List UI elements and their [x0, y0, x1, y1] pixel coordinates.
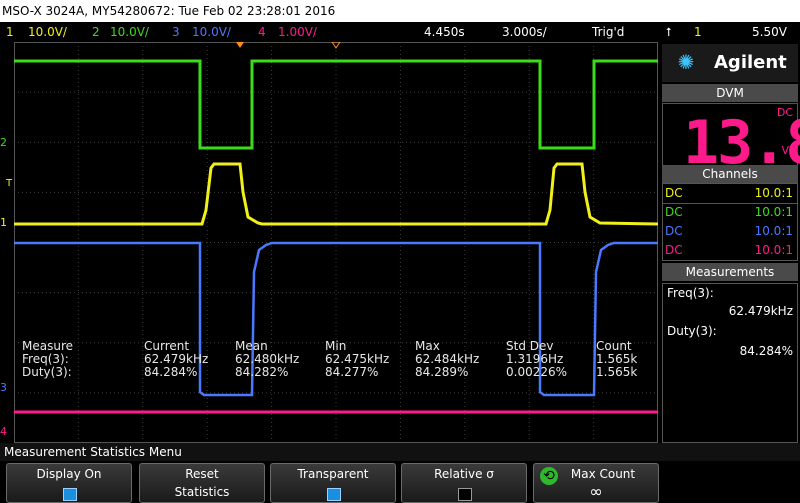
checkbox-checked-icon[interactable] [327, 488, 341, 501]
menu-title: Measurement Statistics Menu [0, 443, 800, 461]
ch2-number[interactable]: 2 [92, 22, 100, 42]
graticule [14, 42, 658, 443]
reset-statistics-button[interactable]: Reset Statistics [139, 463, 265, 503]
cell: 84.284% [144, 365, 198, 379]
channel-row-4: DC 10.0:1 [663, 241, 797, 260]
ch3-probe: 10.0:1 [754, 224, 793, 238]
ch3-scale[interactable]: 10.0V/ [192, 22, 231, 42]
channels-header: Channels [662, 165, 798, 183]
softkey-label: Transparent [297, 467, 369, 481]
ch4-probe: 10.0:1 [754, 243, 793, 257]
waveform-display[interactable] [14, 42, 658, 443]
ch3-ground-marker[interactable]: 3 [0, 381, 7, 394]
cell: 84.277% [325, 365, 379, 379]
ch4-coupling: DC [665, 243, 683, 257]
meas-label-freq: Freq(3): [667, 286, 714, 300]
channel-scale-bar: 1 10.0V/ 2 10.0V/ 3 10.0V/ 4 1.00V/ 4.45… [0, 22, 660, 42]
trigger-level[interactable]: 5.50V [752, 22, 787, 42]
ch2-coupling: DC [665, 205, 683, 219]
right-info-panel: ✺ Agilent DVM 13.8 DC V Channels DC 10.0… [660, 42, 800, 443]
meas-value-duty: 84.284% [739, 344, 793, 358]
softkey-label: Reset [185, 467, 219, 481]
trigger-level-marker[interactable]: T [6, 178, 12, 189]
cell: 84.282% [235, 365, 289, 379]
measurements-list: Freq(3): 62.479kHz Duty(3): 84.284% [662, 283, 798, 443]
channel-row-2: DC 10.0:1 [663, 203, 797, 222]
checkbox-checked-icon[interactable] [63, 488, 77, 501]
checkbox-unchecked-icon[interactable] [458, 488, 472, 501]
brand-logo: ✺ Agilent [662, 44, 798, 82]
channels-list: DC 10.0:1 DC 10.0:1 DC 10.0:1 DC 10.0:1 [662, 183, 798, 261]
dvm-mode: DC [776, 106, 793, 119]
trigger-info: ⭡ 1 5.50V [660, 22, 800, 42]
ch1-probe: 10.0:1 [754, 186, 793, 200]
softkey-label: Max Count [570, 467, 636, 481]
window-title: MSO-X 3024A, MY54280672: Tue Feb 02 23:2… [0, 0, 800, 22]
display-on-button[interactable]: Display On [6, 463, 132, 503]
meas-label-duty: Duty(3): [667, 324, 717, 338]
ch1-ground-marker[interactable]: 1 [0, 216, 7, 229]
trigger-position-icon [236, 42, 244, 48]
row-label: Duty(3): [22, 365, 72, 379]
softkey-bar: Display On Reset Statistics Transparent … [0, 461, 800, 503]
trigger-edge-icon: ⭡ [666, 25, 672, 39]
trigger-source[interactable]: 1 [694, 22, 702, 42]
ch1-scale[interactable]: 10.0V/ [28, 22, 67, 42]
meas-value-freq: 62.479kHz [728, 304, 793, 318]
transparent-button[interactable]: Transparent [270, 463, 396, 503]
channel-row-1: DC 10.0:1 [663, 184, 797, 203]
trigger-status: Trig'd [592, 25, 625, 39]
ch2-scale[interactable]: 10.0V/ [110, 22, 149, 42]
softkey-label: Display On [36, 467, 102, 481]
dvm-header: DVM [662, 84, 798, 102]
measurements-header: Measurements [662, 263, 798, 281]
ch1-number[interactable]: 1 [6, 22, 14, 42]
ch3-number[interactable]: 3 [172, 22, 180, 42]
timebase[interactable]: 3.000s/ [502, 22, 547, 42]
relative-sigma-button[interactable]: Relative σ [401, 463, 527, 503]
softkey-label: Relative σ [434, 467, 494, 481]
cell: 1.565k [596, 365, 638, 379]
dvm-unit: V [781, 144, 789, 157]
horizontal-delay[interactable]: 4.450s [424, 22, 465, 42]
ch2-ground-marker[interactable]: 2 [0, 136, 7, 149]
softkey-label-2: Statistics [174, 485, 230, 499]
ch3-coupling: DC [665, 224, 683, 238]
ch2-probe: 10.0:1 [754, 205, 793, 219]
ch4-scale[interactable]: 1.00V/ [278, 22, 317, 42]
spark-logo-icon: ✺ [677, 50, 695, 74]
ch1-coupling: DC [665, 186, 683, 200]
cell: 0.00226% [506, 365, 568, 379]
max-count-button[interactable]: ⟲ Max Count ∞ [533, 463, 659, 503]
cell: 84.289% [415, 365, 469, 379]
brand-name: Agilent [714, 52, 787, 73]
ch4-ground-marker[interactable]: 4 [0, 425, 7, 438]
channel-row-3: DC 10.0:1 [663, 222, 797, 241]
softkey-label-2: ∞ [589, 482, 603, 501]
ch4-number[interactable]: 4 [258, 22, 266, 42]
